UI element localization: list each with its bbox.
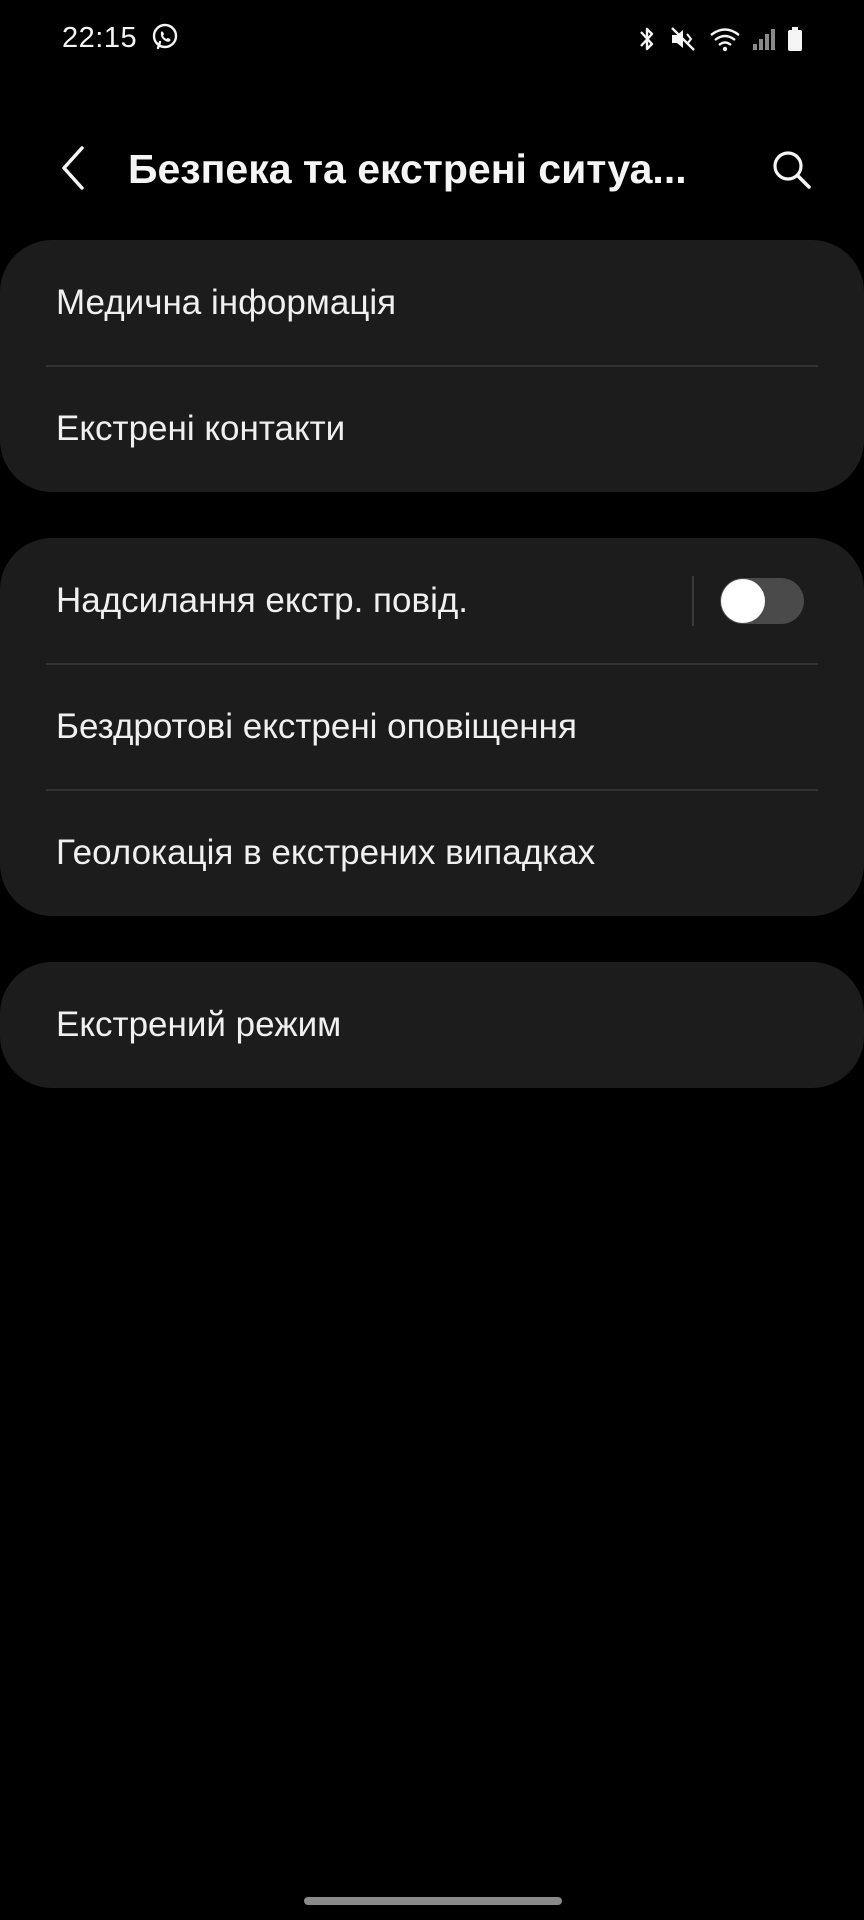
wifi-icon <box>708 24 742 54</box>
search-icon <box>770 148 814 197</box>
emergency-contacts-item[interactable]: Екстрені контакти <box>0 366 864 492</box>
send-sos-messages-label: Надсилання екстр. повід. <box>56 581 468 620</box>
emergency-mode-item[interactable]: Екстрений режим <box>0 962 864 1088</box>
viber-icon <box>150 22 180 52</box>
home-gesture-bar[interactable] <box>304 1897 562 1905</box>
emergency-contacts-label: Екстрені контакти <box>56 409 346 448</box>
wireless-emergency-alerts-label: Бездротові екстрені оповіщення <box>56 707 577 746</box>
chevron-left-icon <box>58 144 88 197</box>
settings-group-mode: Екстрений режим <box>0 962 864 1088</box>
emergency-location-item[interactable]: Геолокація в екстрених випадках <box>0 790 864 916</box>
status-time: 22:15 <box>62 22 138 54</box>
emergency-location-label: Геолокація в екстрених випадках <box>56 833 596 872</box>
settings-group-info: Медична інформація Екстрені контакти <box>0 240 864 492</box>
back-button[interactable] <box>48 142 98 198</box>
bluetooth-icon <box>636 24 658 54</box>
search-button[interactable] <box>764 144 820 200</box>
settings-group-alerts: Надсилання екстр. повід. Бездротові екст… <box>0 538 864 916</box>
app-bar: Безпека та екстрені ситуа... <box>0 120 864 220</box>
status-bar: 22:15 <box>0 0 864 80</box>
status-icons <box>636 22 804 56</box>
send-sos-messages-item[interactable]: Надсилання екстр. повід. <box>0 538 864 664</box>
medical-info-item[interactable]: Медична інформація <box>0 240 864 366</box>
wireless-emergency-alerts-item[interactable]: Бездротові екстрені оповіщення <box>0 664 864 790</box>
send-sos-messages-toggle[interactable] <box>720 578 804 624</box>
mute-vibrate-icon <box>668 24 698 54</box>
toggle-separator <box>692 576 694 626</box>
battery-icon <box>786 24 804 54</box>
emergency-mode-label: Екстрений режим <box>56 1005 342 1044</box>
medical-info-label: Медична інформація <box>56 283 397 322</box>
toggle-knob <box>721 579 765 623</box>
page-title: Безпека та екстрені ситуа... <box>128 146 687 192</box>
signal-icon <box>752 24 776 54</box>
